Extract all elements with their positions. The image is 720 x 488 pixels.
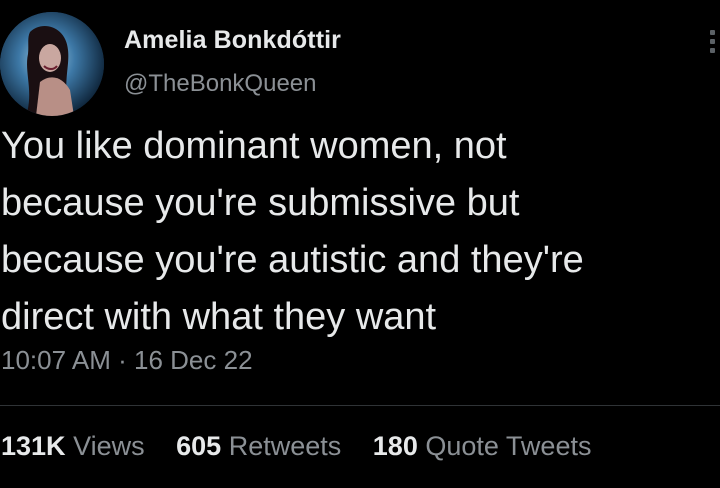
tweet-text: You like dominant women, not because you… (1, 125, 584, 338)
more-options-icon[interactable] (710, 30, 720, 56)
stat-label: Quote Tweets (425, 431, 592, 461)
stat-value: 180 (372, 431, 418, 461)
tweet-date[interactable]: 16 Dec 22 (134, 345, 253, 375)
divider (0, 405, 720, 406)
tweet-stats: 131K Views 605 Retweets 180 Quote Tweets (1, 431, 615, 462)
tweet-card: Amelia Bonkdóttir @TheBonkQueen You like… (0, 0, 720, 488)
author-name[interactable]: Amelia Bonkdóttir (124, 26, 341, 55)
profile-photo-icon (0, 12, 104, 116)
author-handle[interactable]: @TheBonkQueen (124, 70, 316, 98)
avatar[interactable] (0, 12, 104, 116)
tweet-time[interactable]: 10:07 AM (1, 345, 111, 375)
stat-value: 131K (1, 431, 66, 461)
tweet-timestamp[interactable]: 10:07 AM · 16 Dec 22 (1, 345, 253, 376)
stat-label: Views (73, 431, 145, 461)
stat-value: 605 (176, 431, 222, 461)
stat-label: Retweets (228, 431, 342, 461)
timestamp-separator: · (118, 345, 127, 375)
stat-quote-tweets[interactable]: 180 Quote Tweets (373, 431, 592, 462)
stat-views[interactable]: 131K Views (1, 431, 145, 462)
stat-retweets[interactable]: 605 Retweets (176, 431, 341, 462)
